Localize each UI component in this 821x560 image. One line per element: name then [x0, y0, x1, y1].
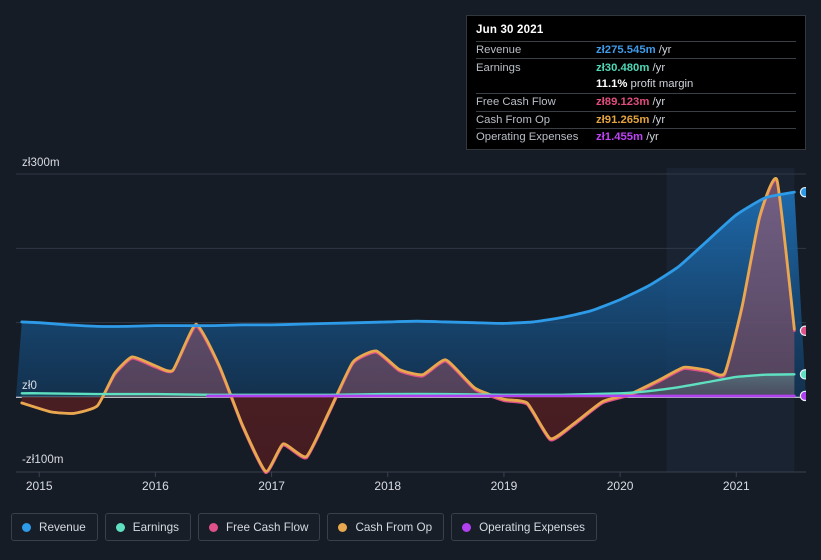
tooltip-row: Operating Expenses zł1.455m /yr — [476, 127, 796, 145]
x-axis-tick-label: 2019 — [490, 479, 518, 493]
x-axis-tick-label: 2021 — [722, 479, 750, 493]
legend-item-cash-from-op[interactable]: Cash From Op — [327, 513, 445, 541]
x-axis-tick-label: 2016 — [142, 479, 169, 493]
y-axis-tick-label: zł300m — [22, 157, 60, 169]
x-axis-tick-label: 2020 — [606, 479, 634, 493]
tooltip-row-label: Earnings — [476, 61, 521, 74]
legend-color-dot-icon — [338, 522, 348, 532]
tooltip-row-value: zł89.123m /yr — [596, 96, 666, 109]
legend-item-label: Operating Expenses — [479, 520, 585, 534]
stock-financials-chart: { "tooltip": { "date": "Jun 30 2021", "r… — [0, 0, 821, 560]
tooltip-row-value: zł30.480m /yr — [596, 61, 666, 74]
tooltip-row-label: Revenue — [476, 44, 522, 57]
tooltip-row-label: Cash From Op — [476, 113, 551, 126]
tooltip-row: Free Cash Flow zł89.123m /yr — [476, 93, 796, 110]
tooltip-date: Jun 30 2021 — [476, 24, 544, 36]
tooltip-row-value: zł275.545m /yr — [596, 44, 672, 57]
legend-item-label: Earnings — [132, 520, 179, 534]
tooltip-row: 11.1% profit margin — [476, 76, 796, 93]
legend-color-dot-icon — [208, 522, 218, 532]
x-axis-tick-label: 2018 — [374, 479, 402, 493]
chart-tooltip: Jun 30 2021 Revenue zł275.545m /yr Earning… — [466, 15, 806, 150]
tooltip-rows: Revenue zł275.545m /yr Earnings zł30.480m /… — [476, 41, 796, 145]
x-axis-tick-label: 2015 — [25, 479, 53, 493]
legend-item-free-cash-flow[interactable]: Free Cash Flow — [197, 513, 321, 541]
tooltip-row: Earnings zł30.480m /yr — [476, 58, 796, 75]
legend-item-label: Cash From Op — [355, 520, 433, 534]
chart-legend: Revenue Earnings Free Cash Flow Cash From O… — [11, 513, 597, 541]
tooltip-row-label: Free Cash Flow — [476, 96, 556, 109]
legend-item-earnings[interactable]: Earnings — [104, 513, 191, 541]
y-axis-tick-label: -zł100m — [22, 454, 64, 467]
tooltip-row-value: zł91.265m /yr — [596, 113, 666, 126]
legend-item-label: Free Cash Flow — [225, 520, 309, 534]
tooltip-row: Revenue zł275.545m /yr — [476, 41, 796, 58]
legend-item-revenue[interactable]: Revenue — [11, 513, 98, 541]
legend-color-dot-icon — [115, 522, 125, 532]
y-axis-tick-label: zł0 — [22, 380, 38, 392]
legend-item-operating-expenses[interactable]: Operating Expenses — [451, 513, 597, 541]
tooltip-row: Cash From Op zł91.265m /yr — [476, 110, 796, 128]
legend-color-dot-icon — [462, 522, 472, 532]
legend-color-dot-icon — [22, 522, 31, 532]
tooltip-row-label: Operating Expenses — [476, 131, 579, 144]
tooltip-row-value: zł1.455m /yr — [596, 131, 659, 144]
legend-item-label: Revenue — [39, 520, 86, 534]
x-axis-tick-label: 2017 — [258, 479, 285, 493]
tooltip-row-value: 11.1% profit margin — [596, 78, 694, 91]
